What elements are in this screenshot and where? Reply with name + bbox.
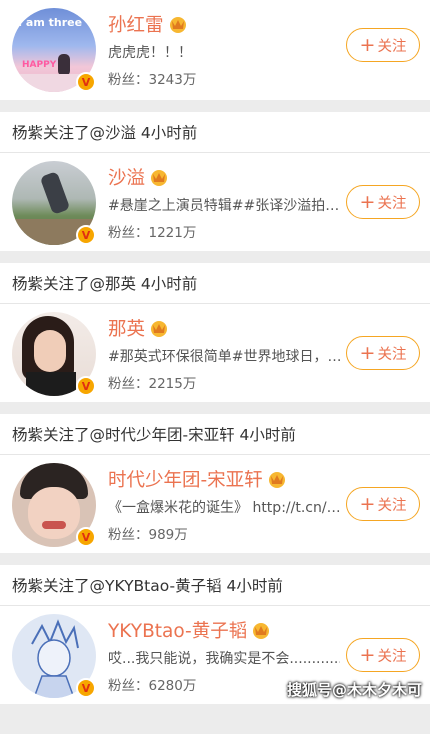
fans-count: 粉丝：2215万 <box>108 372 340 392</box>
crown-icon <box>151 170 168 186</box>
fans-prefix: 粉丝： <box>108 527 149 543</box>
plus-icon: + <box>359 643 376 666</box>
avatar[interactable]: V <box>12 312 96 396</box>
user-card-sun-honglei[interactable]: I am three HAPPY V 孙红雷 虎虎虎！！！ 粉丝：3243万 +… <box>0 0 430 100</box>
avatar[interactable]: V <box>12 614 96 698</box>
follow-notice: 杨紫关注了@那英 4小时前 <box>0 263 430 304</box>
user-description: #悬崖之上演员特辑##张译沙溢拍… <box>108 198 340 214</box>
avatar[interactable]: I am three HAPPY V <box>12 8 96 92</box>
crown-icon <box>169 17 186 33</box>
follow-feed: I am three HAPPY V 孙红雷 虎虎虎！！！ 粉丝：3243万 +… <box>0 0 430 704</box>
crown-icon <box>268 472 285 488</box>
plus-icon: + <box>359 33 376 56</box>
verified-badge-icon: V <box>76 678 96 698</box>
fans-prefix: 粉丝： <box>108 376 149 392</box>
user-card-sha-yi[interactable]: V 沙溢 #悬崖之上演员特辑##张译沙溢拍… 粉丝：1221万 + 关注 <box>0 153 430 251</box>
follow-label: 关注 <box>377 648 407 665</box>
fans-count: 粉丝：3243万 <box>108 68 340 88</box>
avatar-text: I am three <box>18 16 83 29</box>
verified-badge-icon: V <box>76 527 96 547</box>
user-description: 虎虎虎！！！ <box>108 45 192 61</box>
fans-count: 粉丝：1221万 <box>108 221 340 241</box>
user-name[interactable]: YKYBtao-黄子韬 <box>108 617 247 643</box>
avatar[interactable]: V <box>12 463 96 547</box>
follow-label: 关注 <box>377 497 407 514</box>
verified-badge-icon: V <box>76 376 96 396</box>
follow-button[interactable]: + 关注 <box>346 185 420 219</box>
plus-icon: + <box>359 190 376 213</box>
follow-label: 关注 <box>377 346 407 363</box>
user-name[interactable]: 时代少年团-宋亚轩 <box>108 466 263 492</box>
follow-button[interactable]: + 关注 <box>346 336 420 370</box>
plus-icon: + <box>359 492 376 515</box>
watermark: 搜狐号@木木夕木可 <box>286 681 422 699</box>
separator <box>0 553 430 565</box>
follow-button[interactable]: + 关注 <box>346 487 420 521</box>
avatar[interactable]: V <box>12 161 96 245</box>
fans-value: 2215万 <box>148 376 197 392</box>
follow-notice: 杨紫关注了@YKYBtao-黄子韬 4小时前 <box>0 565 430 606</box>
crown-icon <box>151 321 168 337</box>
user-description: 《一盒爆米花的诞生》 http://t.cn/… <box>108 500 340 516</box>
follow-button[interactable]: + 关注 <box>346 28 420 62</box>
follow-label: 关注 <box>377 38 407 55</box>
follow-label: 关注 <box>377 195 407 212</box>
separator <box>0 251 430 263</box>
follow-button[interactable]: + 关注 <box>346 638 420 672</box>
user-card-huang-zitao[interactable]: V YKYBtao-黄子韬 哎...我只能说，我确实是不会...........… <box>0 606 430 704</box>
fans-value: 3243万 <box>148 72 197 88</box>
user-card-song-yaxuan[interactable]: V 时代少年团-宋亚轩 《一盒爆米花的诞生》 http://t.cn/… 粉丝：… <box>0 455 430 553</box>
fans-value: 1221万 <box>148 225 197 241</box>
fans-count: 粉丝：989万 <box>108 523 340 543</box>
follow-notice: 杨紫关注了@时代少年团-宋亚轩 4小时前 <box>0 414 430 455</box>
fans-prefix: 粉丝： <box>108 678 149 694</box>
user-description: 哎...我只能说，我确实是不会.............. <box>108 651 340 667</box>
verified-badge-icon: V <box>76 225 96 245</box>
avatar-text-2: HAPPY <box>22 60 57 70</box>
crown-icon <box>253 623 270 639</box>
user-name[interactable]: 孙红雷 <box>108 11 164 37</box>
user-name[interactable]: 沙溢 <box>108 164 145 190</box>
fans-value: 989万 <box>148 527 188 543</box>
plus-icon: + <box>359 341 376 364</box>
user-description: #那英式环保很简单#世界地球日，… <box>108 349 340 365</box>
fans-prefix: 粉丝： <box>108 72 149 88</box>
user-name[interactable]: 那英 <box>108 315 145 341</box>
follow-notice: 杨紫关注了@沙溢 4小时前 <box>0 112 430 153</box>
fans-prefix: 粉丝： <box>108 225 149 241</box>
separator <box>0 100 430 112</box>
verified-badge-icon: V <box>76 72 96 92</box>
separator <box>0 402 430 414</box>
user-card-na-ying[interactable]: V 那英 #那英式环保很简单#世界地球日，… 粉丝：2215万 + 关注 <box>0 304 430 402</box>
fans-value: 6280万 <box>148 678 197 694</box>
